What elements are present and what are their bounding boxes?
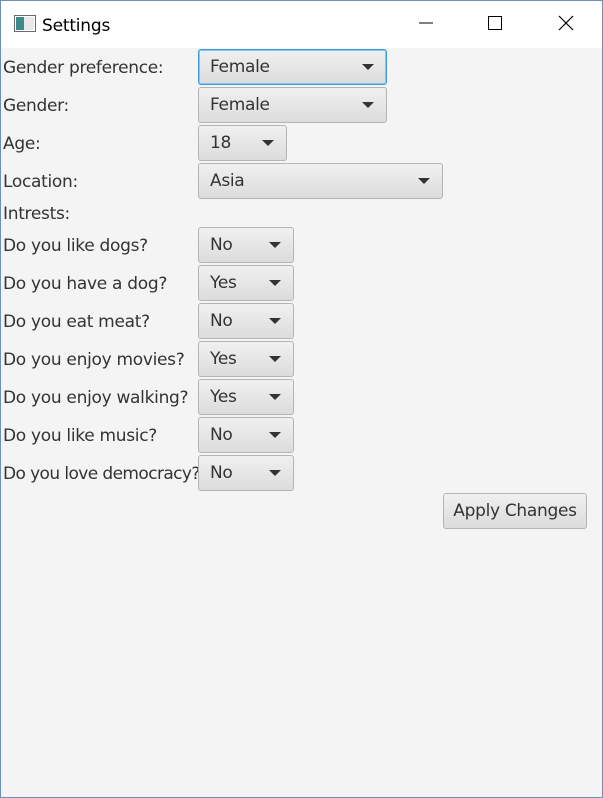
enjoys-movies-select[interactable]: Yes <box>198 341 294 377</box>
chevron-down-icon <box>269 394 281 400</box>
answer-value: No <box>210 425 233 445</box>
age-value: 18 <box>210 133 232 153</box>
question-label: Do you love democracy? <box>3 464 200 484</box>
answer-value: No <box>210 235 233 255</box>
gender-preference-value: Female <box>210 57 270 77</box>
interests-heading: Intrests: <box>3 204 70 224</box>
question-label: Do you like dogs? <box>3 236 148 256</box>
age-select[interactable]: 18 <box>198 125 287 161</box>
question-label: Do you like music? <box>3 426 157 446</box>
question-label: Do you eat meat? <box>3 312 150 332</box>
loves-democracy-select[interactable]: No <box>198 455 294 491</box>
likes-dogs-select[interactable]: No <box>198 227 294 263</box>
eats-meat-select[interactable]: No <box>198 303 294 339</box>
chevron-down-icon <box>269 318 281 324</box>
chevron-down-icon <box>269 280 281 286</box>
gender-preference-label: Gender preference: <box>3 58 164 78</box>
question-label: Do you have a dog? <box>3 274 168 294</box>
answer-value: No <box>210 463 233 483</box>
likes-music-select[interactable]: No <box>198 417 294 453</box>
window-title: Settings <box>42 16 111 36</box>
has-dog-select[interactable]: Yes <box>198 265 294 301</box>
chevron-down-icon <box>362 64 374 70</box>
answer-value: Yes <box>210 273 237 293</box>
window-app-icon <box>14 15 36 32</box>
gender-select[interactable]: Female <box>198 87 387 123</box>
apply-changes-button[interactable]: Apply Changes <box>443 493 587 529</box>
question-label: Do you enjoy walking? <box>3 388 189 408</box>
location-label: Location: <box>3 172 78 192</box>
minimize-icon <box>419 15 433 34</box>
gender-preference-select[interactable]: Female <box>198 49 387 85</box>
settings-form: Gender preference: Female Gender: Female… <box>1 48 602 797</box>
gender-value: Female <box>210 95 270 115</box>
location-select[interactable]: Asia <box>198 163 443 199</box>
settings-window: Settings Gender preference: Female Gende… <box>0 0 603 798</box>
maximize-icon <box>488 15 502 34</box>
answer-value: No <box>210 311 233 331</box>
title-bar[interactable]: Settings <box>1 1 602 48</box>
chevron-down-icon <box>269 432 281 438</box>
enjoys-walking-select[interactable]: Yes <box>198 379 294 415</box>
chevron-down-icon <box>269 356 281 362</box>
chevron-down-icon <box>262 140 274 146</box>
maximize-button[interactable] <box>472 1 518 48</box>
age-label: Age: <box>3 134 41 154</box>
close-button[interactable] <box>543 1 589 48</box>
chevron-down-icon <box>269 242 281 248</box>
question-label: Do you enjoy movies? <box>3 350 185 370</box>
chevron-down-icon <box>418 178 430 184</box>
chevron-down-icon <box>362 102 374 108</box>
minimize-button[interactable] <box>403 1 449 48</box>
chevron-down-icon <box>269 470 281 476</box>
location-value: Asia <box>210 171 245 191</box>
answer-value: Yes <box>210 387 237 407</box>
gender-label: Gender: <box>3 96 69 116</box>
answer-value: Yes <box>210 349 237 369</box>
close-icon <box>558 15 574 35</box>
